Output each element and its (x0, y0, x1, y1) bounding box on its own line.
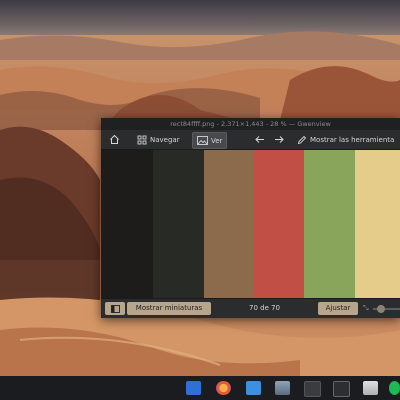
palette-swatch-1 (101, 150, 153, 318)
calculator-icon[interactable] (333, 381, 350, 397)
zoom-slider-handle[interactable] (377, 305, 385, 313)
image-viewer[interactable] (101, 150, 400, 318)
show-tools-label: Mostrar las herramienta (310, 135, 395, 144)
taskbar (0, 376, 400, 400)
grid-icon (137, 135, 147, 144)
image-icon (197, 136, 208, 145)
palette-swatch-3 (204, 150, 254, 318)
firefox-icon[interactable] (216, 381, 231, 395)
previous-button[interactable] (254, 132, 265, 147)
show-thumbnails-button[interactable]: Mostrar miniaturas (127, 302, 211, 315)
main-toolbar: Navegar Ver Mostrar las herramienta (101, 130, 400, 150)
sidebar-icon (110, 304, 120, 313)
gwenview-window[interactable]: rect84ffff.png - 2,371×1,443 - 28 % — Gw… (101, 118, 400, 318)
sidebar-toggle-button[interactable] (105, 302, 125, 315)
zoom-out-icon: ⤡ (363, 304, 369, 312)
view-button[interactable]: Ver (192, 132, 228, 149)
palette-swatch-5 (304, 150, 355, 318)
palette-swatch-2 (153, 150, 204, 318)
status-bar: Mostrar miniaturas 70 de 70 Ajustar ⤡ (101, 298, 400, 318)
arrow-left-icon (255, 136, 264, 143)
fit-button[interactable]: Ajustar (318, 302, 358, 315)
arrow-right-icon (275, 136, 284, 143)
window-title: rect84ffff.png - 2,371×1,443 - 28 % — Gw… (101, 118, 400, 130)
next-button[interactable] (274, 132, 285, 147)
gwenview-icon[interactable] (275, 381, 290, 395)
spotify-icon[interactable] (389, 381, 400, 395)
home-icon (110, 134, 119, 144)
navigate-button[interactable]: Navegar (137, 132, 180, 147)
navigate-label: Navegar (150, 135, 180, 144)
view-label: Ver (211, 136, 223, 145)
launcher-icon[interactable] (186, 381, 201, 395)
show-tools-button[interactable]: Mostrar las herramienta (297, 132, 394, 147)
palette-swatch-6 (355, 150, 400, 318)
discover-icon[interactable] (363, 381, 378, 395)
home-button[interactable] (109, 132, 120, 147)
pencil-icon (297, 135, 307, 144)
image-position: 70 de 70 (249, 304, 281, 312)
files-icon[interactable] (246, 381, 261, 395)
terminal-icon[interactable] (304, 381, 321, 397)
palette-swatch-4 (254, 150, 304, 318)
